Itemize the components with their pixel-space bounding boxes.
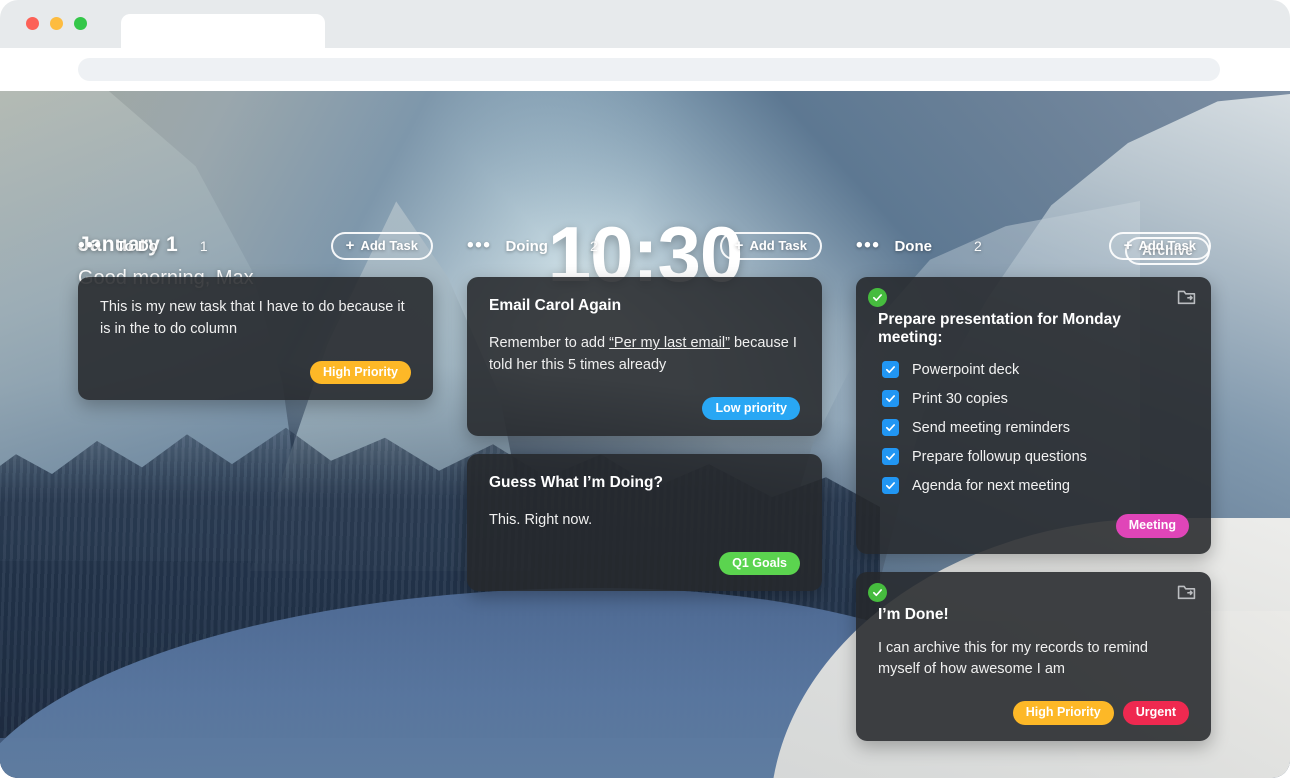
add-task-button[interactable]: + Add Task xyxy=(330,232,433,260)
checkbox-checked-icon[interactable] xyxy=(882,361,899,378)
checkbox-checked-icon[interactable] xyxy=(882,448,899,465)
card-title: I’m Done! xyxy=(878,605,949,623)
browser-tab[interactable] xyxy=(121,14,325,48)
task-card[interactable]: This is my new task that I have to do be… xyxy=(78,277,433,400)
column-doing: ••• Doing 2 + Add Task Email Carol Again Remem… xyxy=(467,231,822,759)
task-card[interactable]: Email Carol Again Remember to add “Per my… xyxy=(467,277,822,436)
column-menu-icon[interactable]: ••• xyxy=(856,236,880,255)
plus-icon: + xyxy=(1123,237,1133,254)
checkbox-checked-icon[interactable] xyxy=(882,477,899,494)
card-tags: Low priority xyxy=(489,396,800,420)
maximize-window-button[interactable] xyxy=(74,17,87,30)
status-badge[interactable]: Meeting xyxy=(1115,514,1189,538)
checklist-item[interactable]: Print 30 copies xyxy=(882,390,1189,407)
add-task-label: Add Task xyxy=(360,238,418,253)
checklist-item[interactable]: Powerpoint deck xyxy=(882,361,1189,378)
checkbox-checked-icon[interactable] xyxy=(882,390,899,407)
card-title: Prepare presentation for Monday meeting: xyxy=(878,311,1121,346)
card-title: Email Carol Again xyxy=(489,297,622,314)
column-menu-icon[interactable]: ••• xyxy=(78,236,102,255)
add-task-label: Add Task xyxy=(1138,238,1196,253)
column-header: ••• To Do 1 + Add Task xyxy=(78,231,433,261)
app-viewport: January 1 Good morning, Max 10:30 Archiv… xyxy=(0,91,1290,778)
checklist-label: Powerpoint deck xyxy=(912,361,1020,378)
browser-toolbar xyxy=(0,48,1290,91)
minimize-window-button[interactable] xyxy=(50,17,63,30)
checkbox-checked-icon[interactable] xyxy=(882,419,899,436)
checklist-item[interactable]: Agenda for next meeting xyxy=(882,477,1189,494)
card-body: I can archive this for my records to rem… xyxy=(878,639,1148,678)
status-badge[interactable]: Q1 Goals xyxy=(719,551,800,576)
checklist-item[interactable]: Prepare followup questions xyxy=(882,448,1189,465)
card-tags: High Priority Urgent xyxy=(878,701,1189,725)
traffic-lights xyxy=(26,17,87,30)
column-count: 1 xyxy=(199,238,208,254)
column-title: Done xyxy=(894,237,932,255)
card-tags: Q1 Goals xyxy=(489,551,800,576)
card-tags: High Priority xyxy=(100,360,411,384)
column-count: 2 xyxy=(589,238,598,254)
task-board: January 1 Good morning, Max 10:30 Archiv… xyxy=(0,91,1290,778)
add-task-button[interactable]: + Add Task xyxy=(719,232,822,260)
column-header: ••• Doing 2 + Add Task xyxy=(467,231,822,261)
checklist-label: Agenda for next meeting xyxy=(912,477,1070,494)
archive-folder-icon[interactable] xyxy=(1177,584,1196,600)
column-title: To Do xyxy=(116,237,158,255)
browser-titlebar xyxy=(0,0,1290,48)
card-body-quote: “Per my last email” xyxy=(609,335,730,351)
card-body: This. Right now. xyxy=(489,512,593,528)
task-card[interactable]: Guess What I’m Doing? This. Right now. Q1 … xyxy=(467,454,822,592)
card-checklist: Powerpoint deck Print 30 copies Send meeti… xyxy=(882,361,1189,494)
status-badge[interactable]: Low priority xyxy=(702,396,800,420)
check-circle-icon xyxy=(868,582,887,602)
checklist-label: Prepare followup questions xyxy=(912,448,1087,465)
add-task-label: Add Task xyxy=(749,238,807,253)
column-header: ••• Done 2 + Add Task xyxy=(856,231,1211,261)
card-body: This is my new task that I have to do be… xyxy=(100,299,405,337)
card-tags: Meeting xyxy=(878,514,1189,538)
status-badge[interactable]: High Priority xyxy=(1012,701,1114,725)
board-columns: ••• To Do 1 + Add Task This is my new task th… xyxy=(78,231,1212,759)
column-title: Doing xyxy=(505,237,548,255)
checklist-label: Send meeting reminders xyxy=(912,419,1070,436)
url-input[interactable] xyxy=(78,58,1220,81)
add-task-button[interactable]: + Add Task xyxy=(1108,232,1211,260)
check-circle-icon xyxy=(868,288,887,307)
browser-window: January 1 Good morning, Max 10:30 Archiv… xyxy=(0,0,1290,778)
card-title: Guess What I’m Doing? xyxy=(489,474,663,491)
task-card[interactable]: I’m Done! I can archive this for my recor… xyxy=(856,571,1211,741)
checklist-item[interactable]: Send meeting reminders xyxy=(882,419,1189,436)
card-body-pre: Remember to add xyxy=(489,335,610,351)
column-to-do: ••• To Do 1 + Add Task This is my new task th… xyxy=(78,231,433,759)
column-menu-icon[interactable]: ••• xyxy=(467,236,491,255)
checklist-label: Print 30 copies xyxy=(912,390,1008,407)
status-badge[interactable]: Urgent xyxy=(1122,701,1189,725)
close-window-button[interactable] xyxy=(26,17,39,30)
status-badge[interactable]: High Priority xyxy=(309,360,411,384)
plus-icon: + xyxy=(345,237,355,254)
archive-folder-icon[interactable] xyxy=(1177,289,1196,305)
plus-icon: + xyxy=(734,237,744,254)
column-count: 2 xyxy=(973,238,982,254)
column-done: ••• Done 2 + Add Task Prepare presentation fo… xyxy=(856,231,1211,759)
task-card[interactable]: Prepare presentation for Monday meeting:… xyxy=(856,277,1211,554)
card-body: Remember to add “Per my last email” beca… xyxy=(489,333,800,377)
